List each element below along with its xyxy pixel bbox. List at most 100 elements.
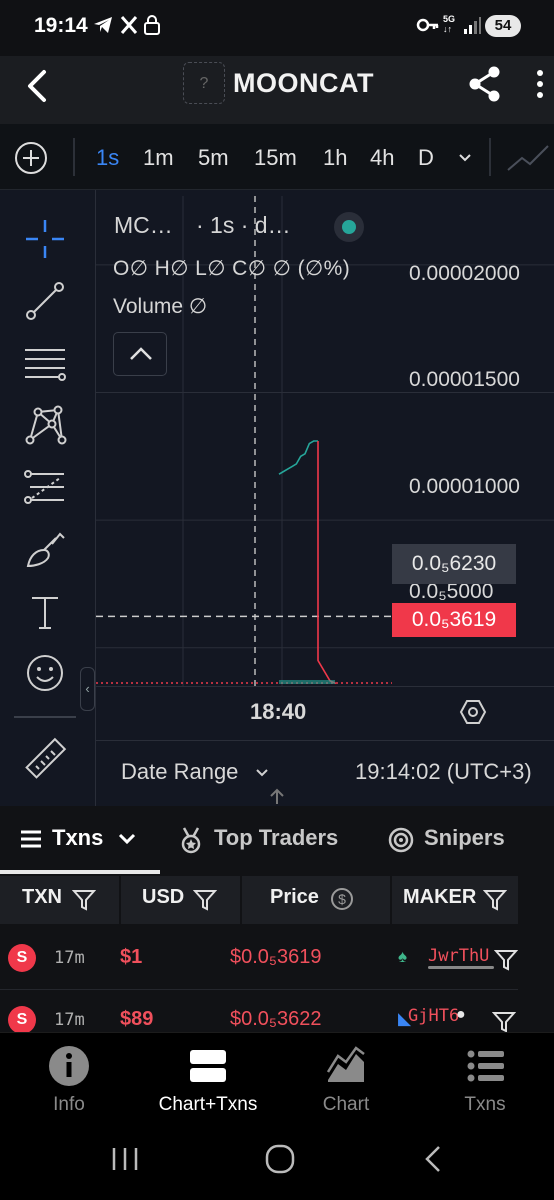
settings-hexagon-icon — [459, 700, 487, 724]
chevron-left-icon — [425, 1146, 440, 1172]
share-icon — [469, 66, 500, 102]
volume-bar — [279, 680, 335, 684]
nav-label-chart[interactable]: Chart — [314, 1094, 378, 1116]
nav-label-txns[interactable]: Txns — [455, 1094, 515, 1116]
chevron-up-icon — [130, 347, 152, 360]
tab-snipers[interactable]: Snipers — [424, 825, 505, 851]
txn-age: 17m — [54, 1010, 85, 1030]
market-status-dot — [334, 212, 364, 242]
target-icon — [388, 827, 414, 853]
key-icon — [416, 14, 440, 38]
trend-line-tool[interactable] — [22, 278, 68, 324]
network-type-icon: 5G ↓↑ — [443, 14, 456, 34]
frog-icon: ♠ — [398, 947, 408, 966]
reference-lines — [96, 615, 392, 684]
column-header-maker: MAKER — [403, 886, 477, 908]
brush-tool[interactable] — [22, 526, 68, 572]
legend-ohlc: O∅ H∅ L∅ C∅ ∅ (∅%) — [113, 257, 351, 280]
nav-label-chart-txns[interactable]: Chart+Txns — [148, 1094, 268, 1116]
price-series-line — [317, 441, 337, 685]
divider — [14, 716, 76, 718]
token-placeholder-icon: ? — [183, 62, 225, 104]
filter-icon[interactable] — [482, 888, 508, 912]
svg-text:$: $ — [338, 891, 346, 907]
timeframe-4h[interactable]: 4h — [370, 145, 394, 171]
txn-usd: $1 — [120, 946, 143, 968]
txn-age: 17m — [54, 948, 85, 968]
timeframe-1h[interactable]: 1h — [323, 145, 347, 171]
filter-icon[interactable] — [71, 888, 97, 912]
volume-bars — [279, 680, 335, 684]
more-options-button[interactable] — [533, 66, 547, 102]
tab-txns[interactable]: Txns — [52, 825, 103, 851]
timeframe-5m[interactable]: 5m — [198, 145, 229, 171]
info-icon[interactable] — [47, 1044, 91, 1088]
divider — [489, 138, 491, 176]
filter-icon[interactable] — [491, 1010, 517, 1034]
system-back-button[interactable] — [422, 1144, 444, 1174]
maker-underline — [428, 966, 494, 969]
fib-tool[interactable] — [22, 464, 68, 510]
list-icon[interactable] — [463, 1044, 507, 1088]
text-tool[interactable] — [22, 588, 68, 634]
chart-txns-icon[interactable] — [186, 1044, 230, 1088]
filter-icon[interactable] — [192, 888, 218, 912]
add-indicator-button[interactable] — [14, 141, 48, 175]
divider — [390, 876, 392, 924]
chevron-left-icon — [28, 70, 46, 102]
time-axis-label: 18:40 — [250, 699, 307, 724]
sell-badge: S — [8, 944, 36, 972]
pattern-icon — [25, 405, 67, 445]
status-time: 19:14 — [34, 14, 88, 37]
tab-top-traders[interactable]: Top Traders — [214, 825, 338, 851]
timeframe-1m[interactable]: 1m — [143, 145, 174, 171]
recent-apps-button[interactable] — [110, 1145, 140, 1173]
plus-circle-icon — [15, 142, 47, 174]
maker-address[interactable]: JwrThU — [428, 946, 489, 966]
chart-settings-button[interactable] — [459, 698, 487, 726]
divider — [73, 138, 75, 176]
timeframe-dropdown-button[interactable] — [455, 148, 475, 168]
crosshair-price-label: 0.0₅6230 — [392, 544, 516, 584]
crosshair-tool[interactable] — [22, 216, 68, 262]
active-tab-indicator — [0, 870, 160, 874]
chevron-down-icon — [254, 766, 270, 780]
chart-type-button[interactable] — [506, 140, 550, 176]
date-range-button[interactable]: Date Range — [121, 759, 238, 785]
txn-usd: $89 — [120, 1008, 154, 1030]
legend-symbol: MC… — [114, 212, 173, 238]
ruler-icon — [25, 737, 67, 779]
y-tick-label: 0.00002000 — [409, 262, 520, 285]
share-button[interactable] — [466, 64, 504, 104]
ruler-tool[interactable] — [22, 736, 68, 782]
home-button[interactable] — [264, 1143, 296, 1175]
y-tick-label: 0.00001500 — [409, 368, 520, 391]
lock-icon — [143, 14, 165, 38]
battery-indicator: 54 — [485, 15, 521, 37]
filter-icon[interactable] — [493, 948, 519, 972]
last-price-label: 0.0₅3619 — [392, 603, 516, 637]
y-tick-label: 0.00001000 — [409, 475, 520, 498]
legend-collapse-button[interactable] — [113, 332, 167, 376]
back-button[interactable] — [22, 68, 52, 104]
maker-address[interactable]: GjHT6 — [408, 1006, 459, 1026]
dollar-toggle-icon[interactable]: $ — [330, 887, 354, 911]
timeframe-d[interactable]: D — [418, 145, 434, 171]
nav-label-info[interactable]: Info — [40, 1094, 98, 1116]
person-icon: ● — [456, 1006, 466, 1023]
fibonacci-icon — [24, 470, 64, 504]
divider — [119, 876, 121, 924]
legend-volume: Volume ∅ — [113, 295, 208, 318]
medal-icon — [178, 826, 204, 854]
pattern-tool[interactable] — [22, 402, 68, 448]
chevron-down-icon[interactable] — [116, 829, 138, 849]
horizontal-lines-tool[interactable] — [22, 340, 68, 386]
timeframe-15m[interactable]: 15m — [254, 145, 297, 171]
kebab-menu-icon — [537, 70, 543, 98]
area-chart-icon[interactable] — [324, 1044, 368, 1088]
brush-icon — [26, 532, 65, 568]
crosshair-icon — [26, 220, 64, 258]
timeframe-1s[interactable]: 1s — [96, 145, 119, 171]
toolbar-collapse-button[interactable]: ‹ — [80, 667, 95, 711]
emoji-tool[interactable] — [22, 650, 68, 696]
